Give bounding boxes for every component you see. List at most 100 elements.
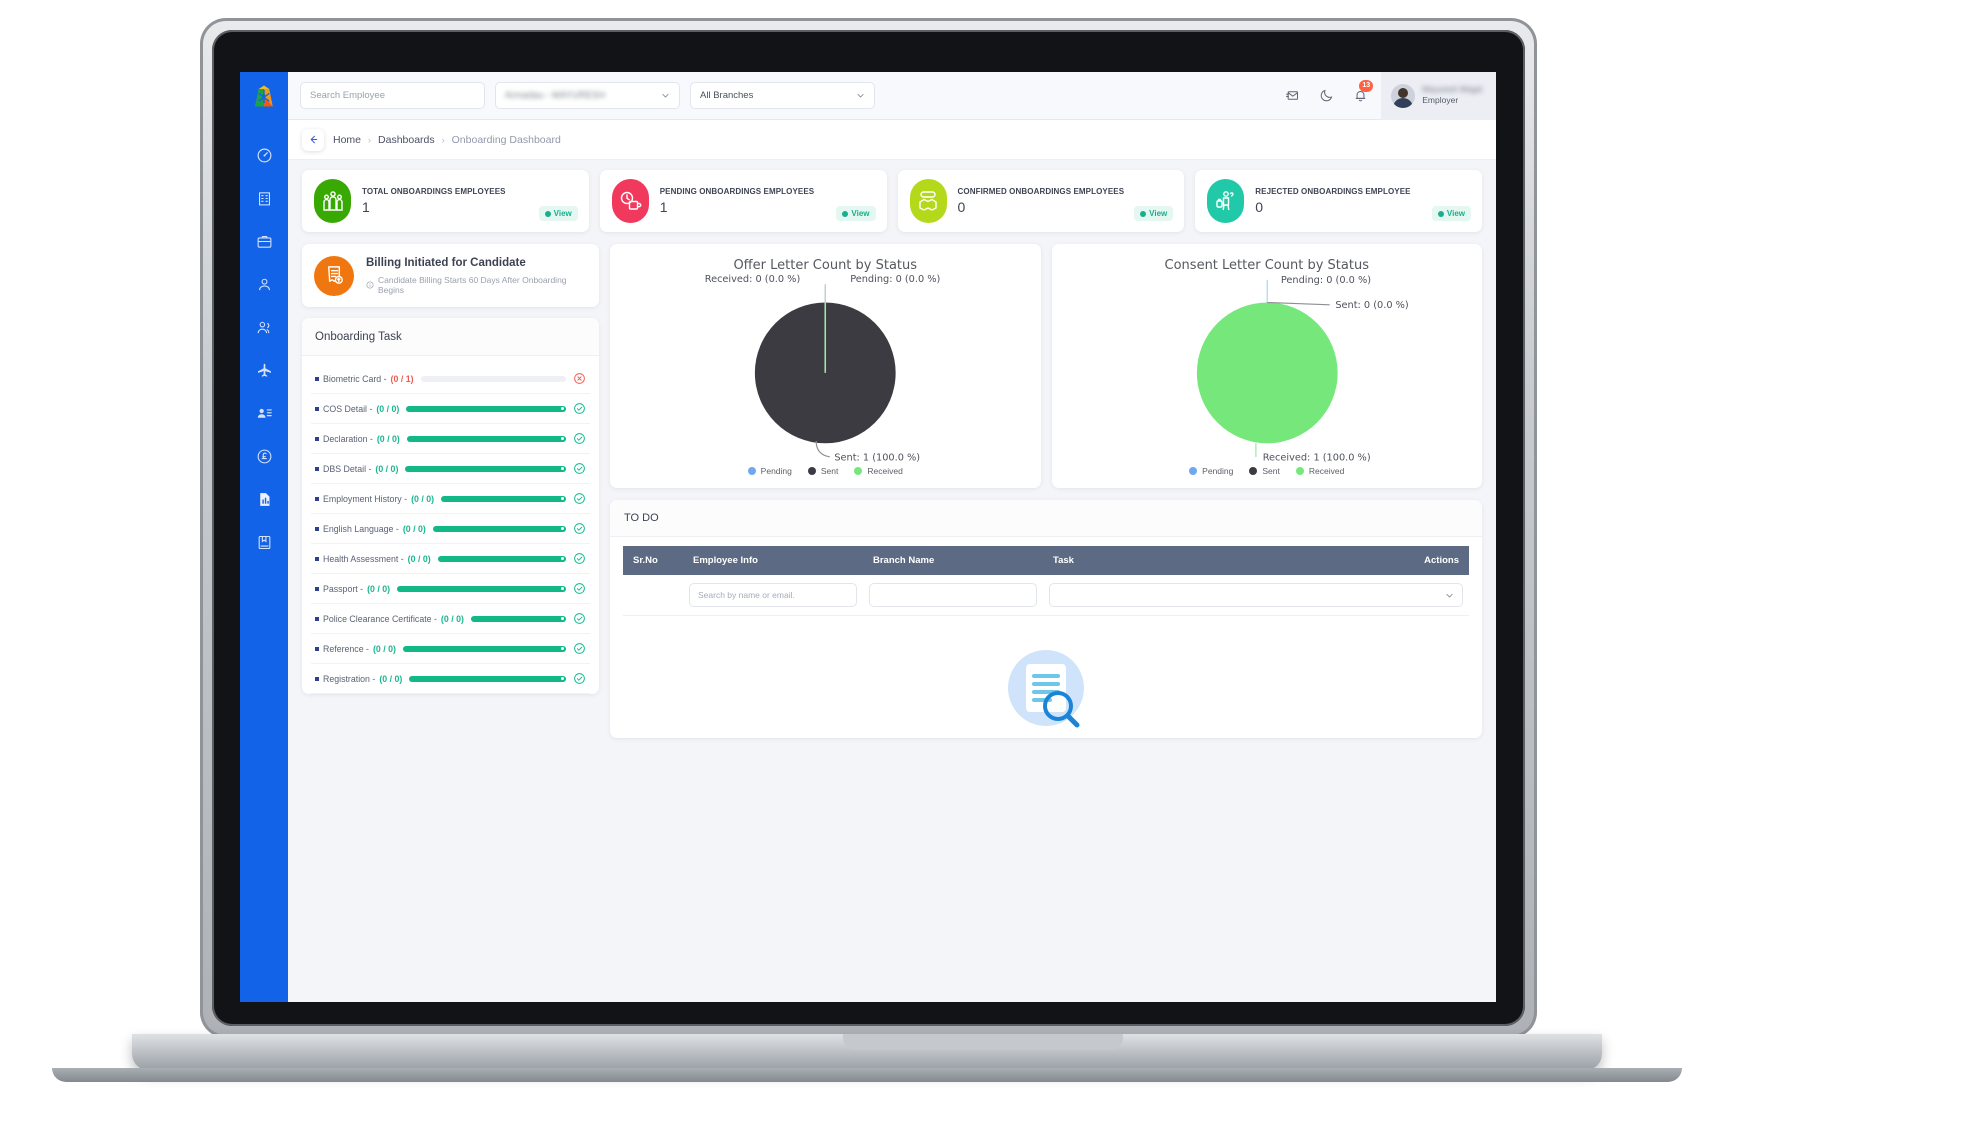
chevron-down-icon bbox=[857, 93, 864, 98]
view-button[interactable]: View bbox=[538, 206, 578, 221]
legend-item-pending[interactable]: Pending bbox=[1189, 466, 1233, 476]
task-progress-bar bbox=[406, 405, 566, 412]
users-group-icon bbox=[257, 321, 269, 333]
view-button[interactable]: View bbox=[836, 206, 876, 221]
mail-button[interactable] bbox=[1275, 72, 1309, 120]
mail-icon bbox=[1285, 91, 1298, 100]
billing-text: Billing Initiated for Candidate Candidat… bbox=[366, 257, 587, 295]
branch-filter-input[interactable] bbox=[869, 583, 1037, 607]
task-row[interactable]: Employment History - (0 / 0) bbox=[311, 484, 590, 514]
filter-cell-srno bbox=[623, 575, 683, 616]
left-column: Billing Initiated for Candidate Candidat… bbox=[302, 244, 599, 694]
employee-search-input[interactable]: Search by name or email. bbox=[689, 583, 857, 607]
onboarding-task-title: Onboarding Task bbox=[302, 318, 599, 356]
user-text: Mayuresh Wagal Employer bbox=[1422, 85, 1482, 106]
task-filter-select[interactable] bbox=[1049, 583, 1463, 607]
topbar: Search Employee Armadau - MAYURESH All B… bbox=[288, 72, 1496, 120]
task-progress-fill bbox=[405, 465, 566, 472]
view-button[interactable]: View bbox=[1134, 206, 1174, 221]
sidebar-items bbox=[240, 142, 288, 555]
stat-label: CONFIRMED ONBOARDINGS EMPLOYEES bbox=[957, 186, 1125, 196]
task-name: Employment History - (0 / 0) bbox=[315, 494, 434, 504]
sidebar-item-teams[interactable] bbox=[247, 314, 281, 340]
company-select-value: Armadau - MAYURESH bbox=[505, 90, 606, 101]
user-menu[interactable]: Mayuresh Wagal Employer bbox=[1381, 72, 1496, 120]
app-logo[interactable] bbox=[240, 72, 288, 120]
task-name: DBS Detail - (0 / 0) bbox=[315, 464, 398, 474]
screenshot-stage: Search Employee Armadau - MAYURESH All B… bbox=[0, 0, 1966, 1125]
task-row[interactable]: Declaration - (0 / 0) bbox=[311, 424, 590, 454]
laptop-foot bbox=[52, 1068, 1682, 1082]
employee-search-placeholder: Search by name or email. bbox=[698, 590, 795, 600]
todo-body: Sr.No Employee Info Branch Name Task Act… bbox=[610, 537, 1482, 738]
task-row[interactable]: English Language - (0 / 0) bbox=[311, 514, 590, 544]
task-name: Reference - (0 / 0) bbox=[315, 644, 396, 654]
company-select[interactable]: Armadau - MAYURESH bbox=[495, 82, 680, 109]
stat-card-total-onboardings[interactable]: TOTAL ONBOARDINGS EMPLOYEES 1 View bbox=[302, 170, 589, 232]
rejected-traveler-icon bbox=[1207, 179, 1245, 223]
todo-filter-row: Search by name or email. bbox=[623, 575, 1469, 616]
task-row[interactable]: COS Detail - (0 / 0) bbox=[311, 394, 590, 424]
filter-cell-employee: Search by name or email. bbox=[683, 575, 863, 616]
task-count: (0 / 0) bbox=[402, 523, 426, 534]
legend-item-received[interactable]: Received bbox=[854, 466, 903, 476]
task-progress-knob bbox=[561, 677, 564, 680]
stat-card-confirmed-onboardings[interactable]: CONFIRMED ONBOARDINGS EMPLOYEES 0 View bbox=[897, 170, 1185, 232]
pie-label-pending: Pending: 0 (0.0 %) bbox=[850, 274, 940, 285]
task-row[interactable]: Biometric Card - (0 / 1) bbox=[311, 364, 590, 394]
application-window: Search Employee Armadau - MAYURESH All B… bbox=[240, 72, 1496, 1002]
sidebar-item-travel[interactable] bbox=[247, 357, 281, 383]
search-employee-input[interactable]: Search Employee bbox=[300, 82, 485, 109]
sidebar-item-reports[interactable] bbox=[247, 486, 281, 512]
breadcrumb-item-home[interactable]: Home bbox=[333, 134, 361, 146]
stat-card-pending-onboardings[interactable]: PENDING ONBOARDINGS EMPLOYEES 1 View bbox=[599, 170, 887, 232]
todo-table-head: Sr.No Employee Info Branch Name Task Act… bbox=[623, 546, 1469, 575]
task-row[interactable]: Passport - (0 / 0) bbox=[311, 574, 590, 604]
task-row[interactable]: Registration - (0 / 0) bbox=[311, 664, 590, 694]
sidebar-item-company[interactable] bbox=[247, 185, 281, 211]
task-row[interactable]: Police Clearance Certificate - (0 / 0) bbox=[311, 604, 590, 634]
user-role: Employer bbox=[1422, 95, 1459, 106]
task-bullet-icon bbox=[315, 376, 319, 381]
consent-letter-legend: Pending Sent Received bbox=[1189, 466, 1344, 478]
task-count: (0 / 0) bbox=[376, 403, 400, 414]
sidebar-item-contacts[interactable] bbox=[247, 400, 281, 426]
task-row[interactable]: Health Assessment - (0 / 0) bbox=[311, 544, 590, 574]
task-complete-icon bbox=[574, 523, 585, 534]
stat-card-rejected-onboardings[interactable]: REJECTED ONBOARDINGS EMPLOYEE 0 View bbox=[1195, 170, 1482, 232]
sidebar-item-payroll[interactable] bbox=[247, 443, 281, 469]
sidebar-item-jobs[interactable] bbox=[247, 228, 281, 254]
task-progress-fill bbox=[409, 675, 566, 682]
chevron-down-icon bbox=[662, 93, 669, 98]
task-progress-bar bbox=[402, 645, 566, 652]
sidebar-item-dashboard[interactable] bbox=[247, 142, 281, 168]
legend-item-received[interactable]: Received bbox=[1295, 466, 1344, 476]
task-progress-bar bbox=[406, 435, 566, 442]
breadcrumb-item-current: Onboarding Dashboard bbox=[451, 133, 561, 146]
notifications-button[interactable]: 13 bbox=[1343, 72, 1377, 120]
task-label: Registration - bbox=[323, 673, 376, 684]
billing-title: Billing Initiated for Candidate bbox=[366, 256, 526, 269]
legend-item-sent[interactable]: Sent bbox=[1249, 466, 1280, 476]
task-progress-knob bbox=[561, 557, 564, 560]
view-button[interactable]: View bbox=[1431, 206, 1471, 221]
theme-toggle-button[interactable] bbox=[1309, 72, 1343, 120]
sidebar-item-records[interactable] bbox=[247, 529, 281, 555]
task-count: (0 / 0) bbox=[367, 583, 391, 594]
task-row[interactable]: Reference - (0 / 0) bbox=[311, 634, 590, 664]
branch-select[interactable]: All Branches bbox=[690, 82, 875, 109]
task-progress-bar bbox=[397, 585, 566, 592]
sidebar-item-employee[interactable] bbox=[247, 271, 281, 297]
task-row[interactable]: DBS Detail - (0 / 0) bbox=[311, 454, 590, 484]
task-count: (0 / 1) bbox=[390, 373, 414, 384]
task-incomplete-icon bbox=[574, 373, 585, 384]
task-label: Reference - bbox=[323, 643, 369, 654]
legend-item-pending[interactable]: Pending bbox=[747, 466, 792, 476]
legend-item-sent[interactable]: Sent bbox=[807, 466, 838, 476]
todo-table: Sr.No Employee Info Branch Name Task Act… bbox=[623, 546, 1469, 616]
breadcrumb-item-dashboards[interactable]: Dashboards bbox=[378, 134, 435, 146]
laptop-screen: Search Employee Armadau - MAYURESH All B… bbox=[240, 72, 1496, 1002]
task-progress-knob bbox=[561, 527, 564, 530]
back-button[interactable] bbox=[302, 128, 324, 151]
task-progress-knob bbox=[561, 497, 564, 500]
